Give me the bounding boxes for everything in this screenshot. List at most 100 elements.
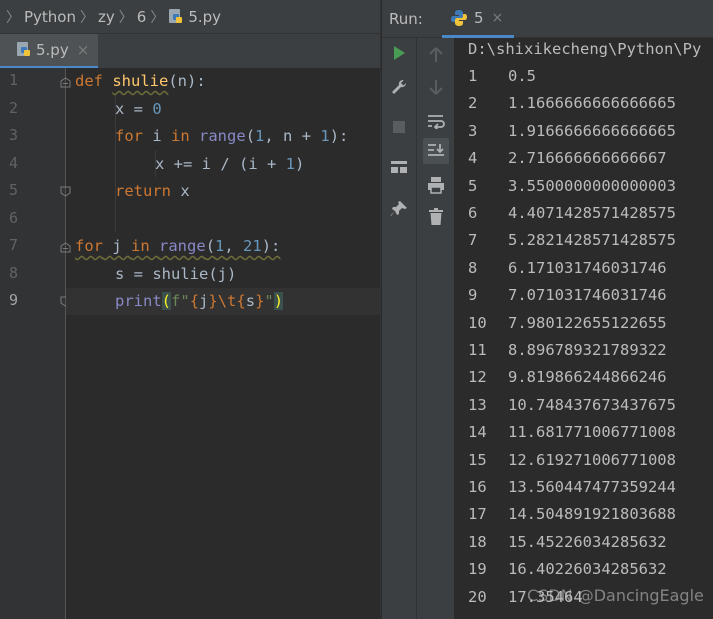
pin-icon: [390, 201, 407, 216]
line-number: 3: [9, 126, 19, 144]
code-text: , n +: [264, 127, 321, 145]
keyword: in: [171, 127, 190, 145]
watermark: CSDN @DancingEagle: [527, 586, 704, 605]
code-text: j: [199, 292, 209, 310]
breadcrumb-item-file[interactable]: 5.py: [188, 8, 221, 26]
console-value: 1.9166666666666665: [508, 121, 676, 140]
string-literal: ": [264, 292, 274, 310]
soft-wrap-button[interactable]: [423, 108, 449, 134]
code-text: x =: [115, 100, 153, 118]
console-line: 11 8.896789321789322: [468, 337, 667, 364]
wrench-icon: [392, 79, 407, 94]
fold-marker-icon[interactable]: [60, 186, 71, 197]
keyword: return: [115, 182, 171, 200]
print-icon: [428, 177, 444, 194]
number-literal: 1: [255, 127, 265, 145]
builtin-name: print: [115, 292, 162, 310]
line-number-current: 9: [9, 291, 19, 309]
python-file-icon: [17, 42, 30, 56]
arrow-up-icon: [429, 47, 443, 62]
down-button[interactable]: [423, 74, 449, 100]
rerun-button[interactable]: [386, 40, 412, 66]
number-literal: 1: [215, 237, 225, 255]
play-icon: [394, 46, 405, 60]
run-toolbar-secondary: [416, 38, 454, 619]
print-button[interactable]: [423, 172, 449, 198]
chevron-right-icon: 〉: [80, 9, 94, 26]
fstring-brace: }: [208, 292, 218, 310]
chevron-right-icon: 〉: [150, 9, 165, 26]
code-line-5: return x: [115, 178, 190, 205]
code-text: x: [171, 182, 190, 200]
line-number-gutter: 1 2 3 4 5 6 7 8 9: [0, 68, 66, 619]
number-literal: 1: [285, 155, 295, 173]
console-index: 14: [468, 423, 487, 442]
code-text: s = shulie(j): [115, 265, 237, 283]
console-value: 13.560447477359244: [508, 478, 676, 496]
console-value: 15.45226034285632: [508, 532, 667, 551]
builtin-name: range: [159, 237, 206, 255]
console-index: 1: [468, 67, 478, 85]
code-editor[interactable]: 1 2 3 4 5 6 7 8 9 def shulie(n): x = 0 f…: [0, 68, 380, 619]
close-icon[interactable]: ×: [492, 10, 504, 26]
settings-button[interactable]: [386, 74, 412, 100]
fstring-brace: {: [236, 292, 246, 310]
scroll-to-end-button[interactable]: [423, 138, 449, 164]
fold-marker-icon[interactable]: [60, 77, 71, 88]
console-value: 14.504891921803688: [508, 505, 676, 524]
console-line: 13 10.748437673437675: [468, 392, 676, 419]
console-index: 3: [468, 121, 478, 140]
stop-button[interactable]: [386, 114, 412, 140]
layout-icon: [391, 161, 407, 173]
code-text: ):: [261, 237, 281, 255]
code-text: ,: [224, 237, 244, 255]
console-line: 4 2.716666666666667: [468, 145, 667, 172]
run-toolbar-primary: [382, 38, 416, 619]
line-number: 7: [9, 236, 19, 254]
breadcrumb-item-python[interactable]: Python: [24, 8, 76, 26]
console-value: 0.5: [508, 67, 536, 85]
console-line: 10 7.980122655122655: [468, 310, 667, 337]
console-index: 7: [468, 231, 478, 250]
clear-button[interactable]: [423, 204, 449, 230]
layout-button[interactable]: [386, 154, 412, 180]
fold-marker-icon[interactable]: [60, 242, 71, 253]
console-line: 2 1.1666666666666665: [468, 90, 676, 117]
run-tab[interactable]: 5 ×: [442, 0, 514, 38]
close-icon[interactable]: ×: [77, 41, 90, 59]
console-index: 12: [468, 368, 487, 387]
console-line: 14 11.681771006771008: [468, 419, 676, 446]
keyword: def: [75, 72, 103, 90]
bracket-match: (: [161, 292, 172, 310]
console-index: 15: [468, 450, 487, 469]
up-button[interactable]: [423, 42, 449, 68]
console-index: 9: [468, 286, 478, 305]
console-line: 16 13.560447477359244: [468, 474, 676, 501]
console-value: 10.748437673437675: [508, 395, 676, 414]
console-line: 18 15.45226034285632: [468, 529, 667, 556]
run-panel-header: Run: 5 ×: [382, 0, 713, 38]
code-line-1: def shulie(n):: [75, 68, 206, 95]
breadcrumb-item-6[interactable]: 6: [137, 8, 147, 26]
console-index: 17: [468, 505, 487, 524]
console-line: 19 16.40226034285632: [468, 556, 667, 583]
console-value: 7.071031746031746: [508, 286, 667, 305]
chevron-right-icon: 〉: [118, 9, 133, 26]
code-text: ):: [329, 127, 349, 145]
code-text: ): [295, 155, 305, 173]
code-line-8: s = shulie(j): [115, 261, 236, 288]
breadcrumb-item-zy[interactable]: zy: [98, 8, 115, 26]
pin-button[interactable]: [386, 196, 412, 222]
tab-5-py[interactable]: 5.py ×: [0, 34, 98, 69]
chevron-right-icon: 〉: [6, 9, 20, 26]
line-number: 2: [9, 99, 19, 117]
python-file-icon: [169, 8, 183, 23]
trash-icon: [429, 208, 443, 225]
console-line: 8 6.171031746031746: [468, 255, 667, 282]
number-literal: 0: [152, 100, 162, 118]
console-output[interactable]: D:\shixikecheng\Python\Py 1 0.5 2 1.1666666…: [454, 38, 713, 619]
console-index: 6: [468, 204, 478, 222]
console-index: 19: [468, 560, 487, 579]
console-index: 18: [468, 532, 487, 551]
